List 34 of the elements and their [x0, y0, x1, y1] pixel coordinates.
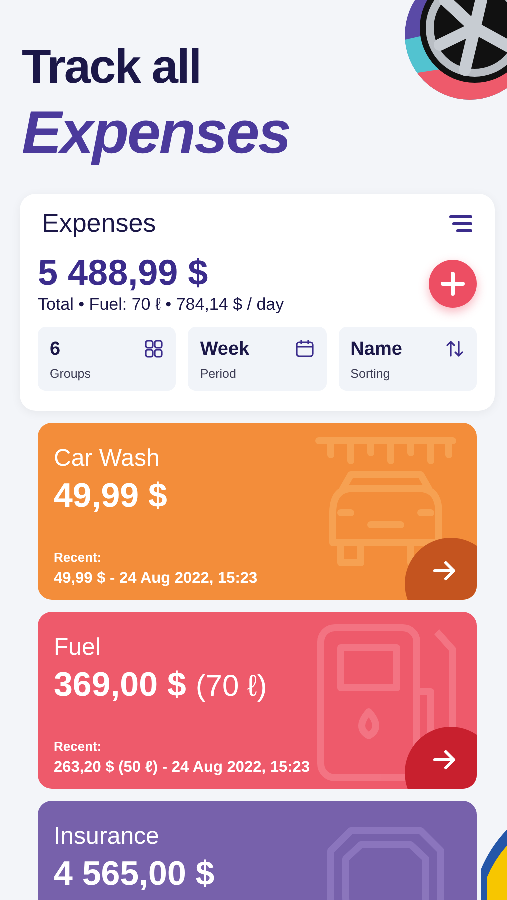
tile-label: Groups — [50, 367, 91, 381]
calendar-icon — [294, 339, 315, 359]
total-amount: 5 488,99 $ — [38, 253, 208, 293]
recent-label: Recent: — [54, 739, 102, 754]
category-amount: 369,00 $ (70 ℓ) — [54, 666, 268, 705]
sort-icon — [444, 339, 465, 359]
headline: Track all — [22, 40, 201, 96]
category-name: Fuel — [54, 634, 101, 662]
grid-icon — [144, 339, 164, 359]
tile-label: Period — [200, 367, 238, 381]
category-amount: 4 565,00 $ — [54, 855, 215, 894]
headline-emphasis: Expenses — [22, 98, 290, 168]
recent-label: Recent: — [54, 550, 102, 565]
add-button[interactable] — [429, 260, 477, 308]
panel-title: Expenses — [42, 208, 156, 239]
filter-tile[interactable]: 6 Groups — [38, 327, 176, 391]
arrow-right-icon — [433, 561, 457, 581]
filter-tile[interactable]: Week Period — [188, 327, 327, 391]
tile-label: Sorting — [350, 367, 392, 381]
tile-value: Name — [350, 339, 402, 361]
category-name: Insurance — [54, 823, 160, 851]
filter-tile[interactable]: Name Sorting — [338, 327, 477, 391]
category-name: Car Wash — [54, 445, 160, 473]
decoration-drawing — [481, 830, 507, 900]
total-summary: Total • Fuel: 70 ℓ • 784,14 $ / day — [38, 295, 284, 315]
plus-icon — [440, 271, 466, 297]
category-card[interactable]: Insurance 4 565,00 $ — [38, 801, 477, 900]
recent-entry: 263,20 $ (50 ℓ) - 24 Aug 2022, 15:23 — [54, 759, 310, 777]
recent-entry: 49,99 $ - 24 Aug 2022, 15:23 — [54, 570, 258, 588]
tile-value: 6 — [50, 339, 62, 361]
arrow-right-icon — [433, 750, 457, 770]
category-amount: 49,99 $ — [54, 477, 168, 516]
menu-icon[interactable] — [449, 214, 473, 234]
tile-value: Week — [200, 339, 250, 361]
